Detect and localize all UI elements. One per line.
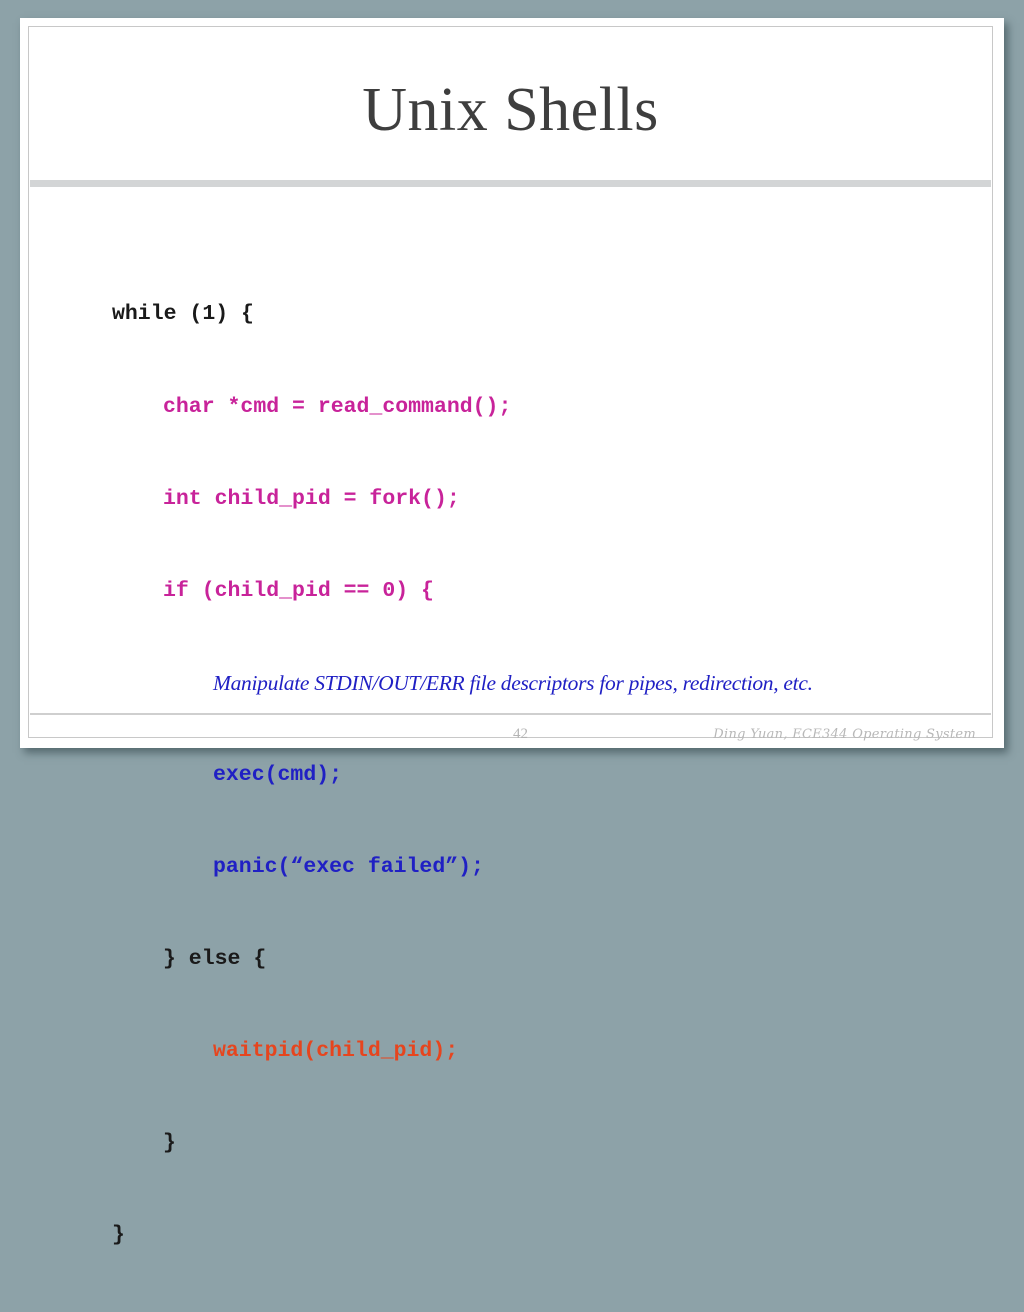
code-line-read-command: char *cmd = read_command(); (163, 394, 512, 419)
code-block: while (1) { char *cmd = read_command(); … (112, 238, 813, 1312)
code-line-close-if: } (163, 1131, 176, 1156)
code-line-waitpid: waitpid(child_pid); (213, 1039, 459, 1064)
page-number: 42 (513, 726, 528, 742)
slide-title: Unix Shells (362, 76, 659, 144)
title-separator (30, 180, 991, 187)
code-line-exec: exec(cmd); (213, 762, 343, 787)
slide-frame: Unix Shells while (1) { char *cmd = read… (28, 26, 993, 1247)
footer-author-course: Ding Yuan, ECE344 Operating System (713, 727, 976, 742)
code-line-else: } else { (163, 947, 267, 972)
code-line-panic: panic(“exec failed”); (213, 854, 484, 879)
code-comment-manipulate-fds: Manipulate STDIN/OUT/ERR file descriptor… (213, 670, 813, 695)
code-line-while: while (1) { (112, 302, 254, 327)
code-line-fork: int child_pid = fork(); (163, 486, 460, 511)
slide: Unix Shells while (1) { char *cmd = read… (20, 18, 1004, 1247)
code-line-close-while: } (112, 1223, 125, 1248)
footer-divider (30, 713, 991, 715)
code-line-if-child: if (child_pid == 0) { (163, 578, 434, 603)
